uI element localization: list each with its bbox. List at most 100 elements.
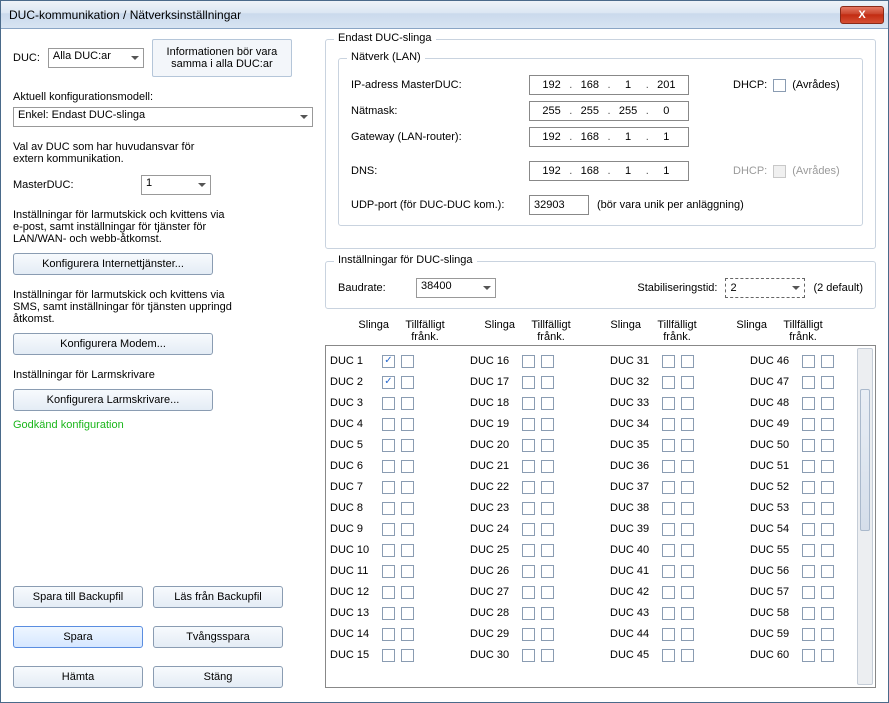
duc-temp-off-checkbox[interactable] — [681, 460, 694, 473]
duc-loop-checkbox[interactable] — [662, 439, 675, 452]
duc-loop-checkbox[interactable] — [662, 565, 675, 578]
duc-loop-checkbox[interactable] — [382, 586, 395, 599]
duc-loop-checkbox[interactable] — [802, 397, 815, 410]
duc-loop-checkbox[interactable] — [662, 418, 675, 431]
duc-temp-off-checkbox[interactable] — [541, 607, 554, 620]
duc-temp-off-checkbox[interactable] — [541, 649, 554, 662]
duc-temp-off-checkbox[interactable] — [681, 481, 694, 494]
duc-loop-checkbox[interactable] — [662, 397, 675, 410]
duc-temp-off-checkbox[interactable] — [821, 502, 834, 515]
duc-loop-checkbox[interactable] — [382, 607, 395, 620]
duc-select[interactable]: Alla DUC:ar — [48, 48, 144, 68]
duc-loop-checkbox[interactable] — [522, 544, 535, 557]
duc-loop-checkbox[interactable] — [382, 397, 395, 410]
dhcp-checkbox-1[interactable] — [773, 79, 786, 92]
duc-temp-off-checkbox[interactable] — [401, 565, 414, 578]
fetch-button[interactable]: Hämta — [13, 666, 143, 688]
duc-loop-checkbox[interactable] — [522, 481, 535, 494]
duc-loop-checkbox[interactable] — [802, 607, 815, 620]
duc-temp-off-checkbox[interactable] — [821, 355, 834, 368]
duc-temp-off-checkbox[interactable] — [681, 565, 694, 578]
duc-loop-checkbox[interactable] — [802, 502, 815, 515]
duc-loop-checkbox[interactable] — [802, 355, 815, 368]
duc-loop-checkbox[interactable] — [802, 565, 815, 578]
duc-temp-off-checkbox[interactable] — [401, 397, 414, 410]
baud-select[interactable]: 38400 — [416, 278, 496, 298]
config-model-select[interactable]: Enkel: Endast DUC-slinga — [13, 107, 313, 127]
duc-temp-off-checkbox[interactable] — [541, 355, 554, 368]
duc-loop-checkbox[interactable] — [382, 628, 395, 641]
configure-printer-button[interactable]: Konfigurera Larmskrivare... — [13, 389, 213, 411]
duc-loop-checkbox[interactable] — [802, 628, 815, 641]
duc-loop-checkbox[interactable] — [802, 586, 815, 599]
duc-loop-checkbox[interactable] — [382, 649, 395, 662]
duc-loop-checkbox[interactable] — [382, 481, 395, 494]
duc-temp-off-checkbox[interactable] — [401, 418, 414, 431]
duc-loop-checkbox[interactable] — [662, 502, 675, 515]
duc-temp-off-checkbox[interactable] — [681, 628, 694, 641]
duc-loop-checkbox[interactable] — [802, 481, 815, 494]
duc-loop-checkbox[interactable] — [662, 481, 675, 494]
duc-loop-checkbox[interactable] — [802, 544, 815, 557]
duc-temp-off-checkbox[interactable] — [541, 376, 554, 389]
duc-temp-off-checkbox[interactable] — [821, 481, 834, 494]
configure-modem-button[interactable]: Konfigurera Modem... — [13, 333, 213, 355]
duc-temp-off-checkbox[interactable] — [681, 355, 694, 368]
ip-input[interactable]: 192. 168. 1. 201 — [529, 75, 689, 95]
duc-temp-off-checkbox[interactable] — [401, 586, 414, 599]
save-button[interactable]: Spara — [13, 626, 143, 648]
duc-loop-checkbox[interactable] — [802, 418, 815, 431]
save-backup-button[interactable]: Spara till Backupfil — [13, 586, 143, 608]
duc-temp-off-checkbox[interactable] — [821, 586, 834, 599]
duc-temp-off-checkbox[interactable] — [541, 481, 554, 494]
duc-temp-off-checkbox[interactable] — [401, 544, 414, 557]
duc-temp-off-checkbox[interactable] — [401, 355, 414, 368]
duc-loop-checkbox[interactable] — [522, 607, 535, 620]
duc-temp-off-checkbox[interactable] — [541, 586, 554, 599]
duc-loop-checkbox[interactable] — [802, 460, 815, 473]
duc-temp-off-checkbox[interactable] — [821, 397, 834, 410]
duc-loop-checkbox[interactable] — [382, 439, 395, 452]
duc-temp-off-checkbox[interactable] — [401, 439, 414, 452]
duc-temp-off-checkbox[interactable] — [541, 628, 554, 641]
duc-temp-off-checkbox[interactable] — [541, 460, 554, 473]
duc-temp-off-checkbox[interactable] — [401, 628, 414, 641]
duc-loop-checkbox[interactable] — [802, 376, 815, 389]
duc-loop-checkbox[interactable] — [802, 649, 815, 662]
stab-select[interactable]: 2 — [725, 278, 805, 298]
duc-temp-off-checkbox[interactable] — [821, 460, 834, 473]
duc-loop-checkbox[interactable] — [662, 628, 675, 641]
duc-loop-checkbox[interactable] — [382, 565, 395, 578]
duc-temp-off-checkbox[interactable] — [821, 376, 834, 389]
duc-loop-checkbox[interactable] — [522, 418, 535, 431]
duc-temp-off-checkbox[interactable] — [821, 607, 834, 620]
duc-loop-checkbox[interactable] — [522, 523, 535, 536]
duc-temp-off-checkbox[interactable] — [681, 418, 694, 431]
duc-temp-off-checkbox[interactable] — [401, 649, 414, 662]
duc-temp-off-checkbox[interactable] — [401, 502, 414, 515]
duc-loop-checkbox[interactable] — [522, 628, 535, 641]
netmask-input[interactable]: 255. 255. 255. 0 — [529, 101, 689, 121]
duc-loop-checkbox[interactable] — [522, 460, 535, 473]
duc-temp-off-checkbox[interactable] — [681, 397, 694, 410]
duc-temp-off-checkbox[interactable] — [821, 544, 834, 557]
configure-internet-button[interactable]: Konfigurera Internettjänster... — [13, 253, 213, 275]
duc-temp-off-checkbox[interactable] — [821, 628, 834, 641]
duc-loop-checkbox[interactable] — [522, 502, 535, 515]
scrollbar[interactable] — [857, 348, 873, 685]
duc-temp-off-checkbox[interactable] — [821, 523, 834, 536]
duc-loop-checkbox[interactable] — [382, 355, 395, 368]
load-backup-button[interactable]: Läs från Backupfil — [153, 586, 283, 608]
duc-temp-off-checkbox[interactable] — [821, 439, 834, 452]
duc-temp-off-checkbox[interactable] — [541, 439, 554, 452]
duc-temp-off-checkbox[interactable] — [821, 418, 834, 431]
duc-temp-off-checkbox[interactable] — [681, 544, 694, 557]
duc-loop-checkbox[interactable] — [382, 460, 395, 473]
duc-temp-off-checkbox[interactable] — [681, 439, 694, 452]
duc-temp-off-checkbox[interactable] — [401, 460, 414, 473]
duc-loop-checkbox[interactable] — [522, 565, 535, 578]
duc-loop-checkbox[interactable] — [382, 544, 395, 557]
duc-loop-checkbox[interactable] — [522, 439, 535, 452]
duc-temp-off-checkbox[interactable] — [681, 376, 694, 389]
duc-temp-off-checkbox[interactable] — [541, 502, 554, 515]
